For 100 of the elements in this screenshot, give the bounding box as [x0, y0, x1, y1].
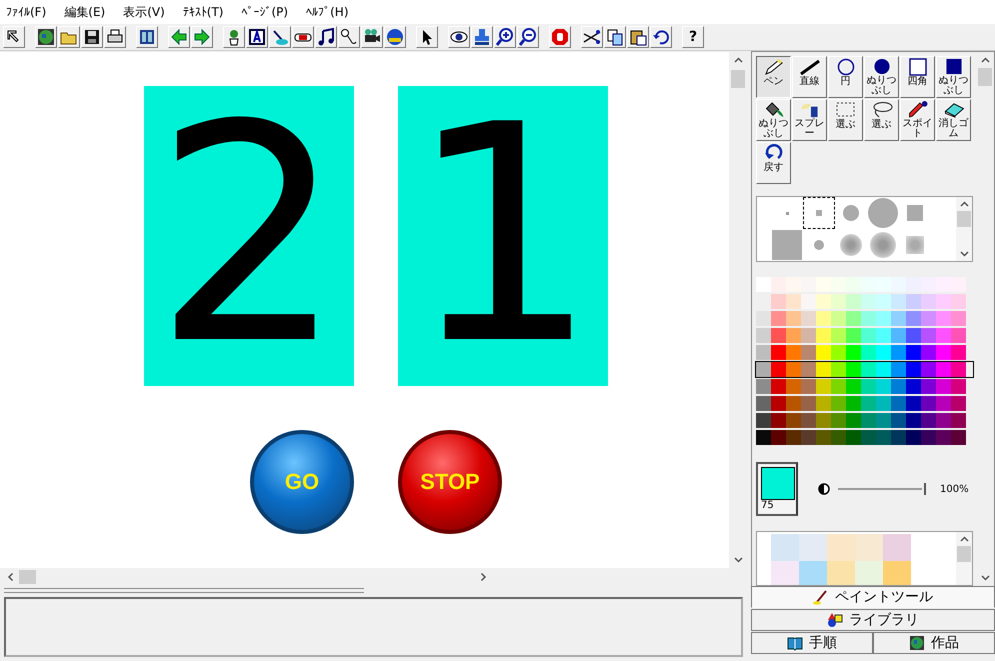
toolbar-button[interactable] [246, 26, 268, 48]
toolbar-button[interactable] [35, 26, 57, 48]
toolbar-button[interactable] [494, 26, 516, 48]
toolbar-button[interactable] [627, 26, 649, 48]
texture-swatch[interactable] [827, 561, 855, 585]
panel-tab[interactable]: ペイントツール [751, 586, 995, 608]
color-palette[interactable] [756, 276, 973, 446]
helmet-icon [386, 28, 404, 46]
undo-icon [652, 28, 670, 46]
rectangle-select-icon [834, 101, 856, 119]
tool-button[interactable]: 円 [828, 56, 863, 98]
tool-button[interactable]: ぬりつぶし [936, 56, 971, 98]
toolbar-button[interactable] [104, 26, 126, 48]
texture-swatch[interactable] [827, 534, 855, 561]
handwritten-digit: 2 [154, 86, 344, 386]
menu-item[interactable]: ﾍﾟｰｼﾞ(P) [242, 5, 288, 19]
lamp-icon [271, 28, 289, 46]
save-icon [83, 28, 101, 46]
tool-button[interactable]: ペン [756, 56, 791, 98]
toolbar-button[interactable] [581, 26, 603, 48]
texture-swatch[interactable] [771, 561, 799, 585]
texture-swatch[interactable] [799, 534, 827, 561]
toolbar-button[interactable] [604, 26, 626, 48]
menu-item[interactable]: ﾌｧｲﾙ(F) [6, 5, 46, 19]
tool-button[interactable]: ぬりつぶし [756, 99, 791, 141]
shapes-icon [827, 612, 843, 628]
toolbar-button[interactable] [58, 26, 80, 48]
panels-icon [138, 28, 156, 46]
brush-icon [813, 589, 829, 605]
contrast-icon [818, 483, 830, 495]
toolbar-button[interactable] [471, 26, 493, 48]
panel-tab[interactable]: 手順 [751, 632, 873, 654]
menu-item[interactable]: ﾃｷｽﾄ(T) [182, 5, 224, 19]
toolbar-button[interactable] [517, 26, 539, 48]
zoom-out-icon [519, 28, 537, 46]
globe-icon [37, 28, 55, 46]
tool-button[interactable]: 直線 [792, 56, 827, 98]
undo-icon [762, 144, 784, 162]
help-button[interactable]: ? [682, 26, 704, 48]
toolbar-button[interactable] [81, 26, 103, 48]
opacity-reading: 100% [940, 484, 969, 494]
toolbar-button[interactable] [223, 26, 245, 48]
texture-swatch[interactable] [883, 561, 911, 585]
scroll-thumb[interactable] [957, 211, 971, 227]
handwritten-digit: 1 [408, 86, 598, 386]
current-color-box[interactable]: 75 [756, 462, 798, 516]
toolbar-button[interactable] [168, 26, 190, 48]
texture-swatch[interactable] [855, 534, 883, 561]
tool-button[interactable]: スポイト [900, 99, 935, 141]
texture-swatch[interactable] [799, 561, 827, 585]
toolbar-button[interactable] [448, 26, 470, 48]
line-icon [798, 58, 820, 76]
menu-item[interactable]: 編集(E) [64, 4, 106, 20]
book-icon [787, 635, 803, 651]
brush-option[interactable] [803, 197, 835, 229]
toolbar-button[interactable] [416, 26, 438, 48]
toolbar-button[interactable] [3, 26, 25, 48]
left-arrow-icon [170, 28, 188, 46]
toolbar-button[interactable] [292, 26, 314, 48]
tool-button[interactable]: 戻す [756, 142, 791, 184]
tool-button[interactable]: 選ぶ [828, 99, 863, 141]
panel-tab[interactable]: ライブラリ [751, 609, 995, 631]
texture-swatch[interactable] [771, 534, 799, 561]
tool-button[interactable]: 選ぶ [864, 99, 899, 141]
lasso-icon [870, 101, 892, 119]
globe-icon [909, 635, 925, 651]
round-button[interactable]: STOP [398, 430, 502, 534]
texture-swatch[interactable] [855, 561, 883, 585]
square-icon [906, 58, 928, 76]
menu-item[interactable]: 表示(V) [123, 4, 165, 20]
toolbar-button[interactable] [315, 26, 337, 48]
paste-icon [629, 28, 647, 46]
scroll-thumb[interactable] [957, 546, 971, 562]
tool-button[interactable]: スプレー [792, 99, 827, 141]
slider-thumb[interactable] [922, 483, 926, 495]
zoom-in-icon [496, 28, 514, 46]
toolbar-button[interactable] [361, 26, 383, 48]
scroll-thumb[interactable] [978, 68, 992, 86]
palette-row[interactable] [755, 361, 974, 378]
vertical-scrollbar[interactable] [956, 532, 972, 585]
toolbar-button[interactable] [191, 26, 213, 48]
stamp-icon [473, 28, 491, 46]
music-note-icon [317, 28, 335, 46]
toolbar-button[interactable] [269, 26, 291, 48]
scroll-thumb[interactable] [731, 70, 745, 88]
panel-tab[interactable]: 作品 [873, 632, 995, 654]
toolbar-button[interactable] [650, 26, 672, 48]
scroll-thumb[interactable] [19, 570, 36, 584]
toolbar-button[interactable] [384, 26, 406, 48]
text-frame-icon [248, 28, 266, 46]
texture-swatch[interactable] [883, 534, 911, 561]
tool-button[interactable]: 消しゴム [936, 99, 971, 141]
tool-button[interactable]: ぬりつぶし [864, 56, 899, 98]
toolbar-button[interactable] [338, 26, 360, 48]
vertical-scrollbar[interactable] [956, 197, 972, 261]
opacity-slider[interactable] [838, 482, 928, 496]
eraser-icon [942, 101, 964, 118]
toolbar-button[interactable] [136, 26, 158, 48]
menu-item[interactable]: ﾍﾙﾌﾟ(H) [306, 5, 348, 19]
tool-button[interactable]: 四角 [900, 56, 935, 98]
